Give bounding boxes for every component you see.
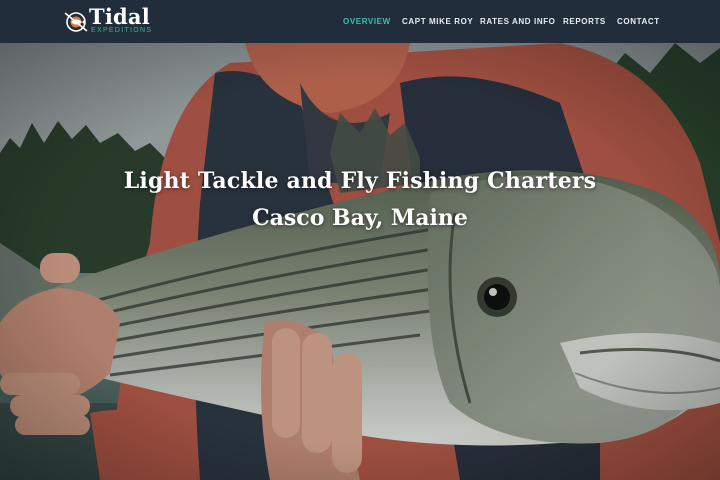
nav-reports[interactable]: REPORTS xyxy=(563,17,606,27)
hero-headline: Light Tackle and Fly Fishing Charters xyxy=(123,168,597,194)
site-header: Tidal EXPEDITIONS OVERVIEW CAPT MIKE ROY… xyxy=(0,0,720,43)
nav-capt-mike-roy[interactable]: CAPT MIKE ROY xyxy=(402,17,473,27)
main-nav: OVERVIEW CAPT MIKE ROY RATES AND INFO RE… xyxy=(0,0,720,43)
nav-contact[interactable]: CONTACT xyxy=(617,17,660,27)
nav-rates-and-info[interactable]: RATES AND INFO xyxy=(480,17,556,27)
hero-subhead: Casco Bay, Maine xyxy=(252,205,468,231)
hero-photo-striped-bass xyxy=(0,43,720,480)
hero-banner: Light Tackle and Fly Fishing Charters Ca… xyxy=(0,43,720,480)
nav-overview[interactable]: OVERVIEW xyxy=(343,17,391,27)
